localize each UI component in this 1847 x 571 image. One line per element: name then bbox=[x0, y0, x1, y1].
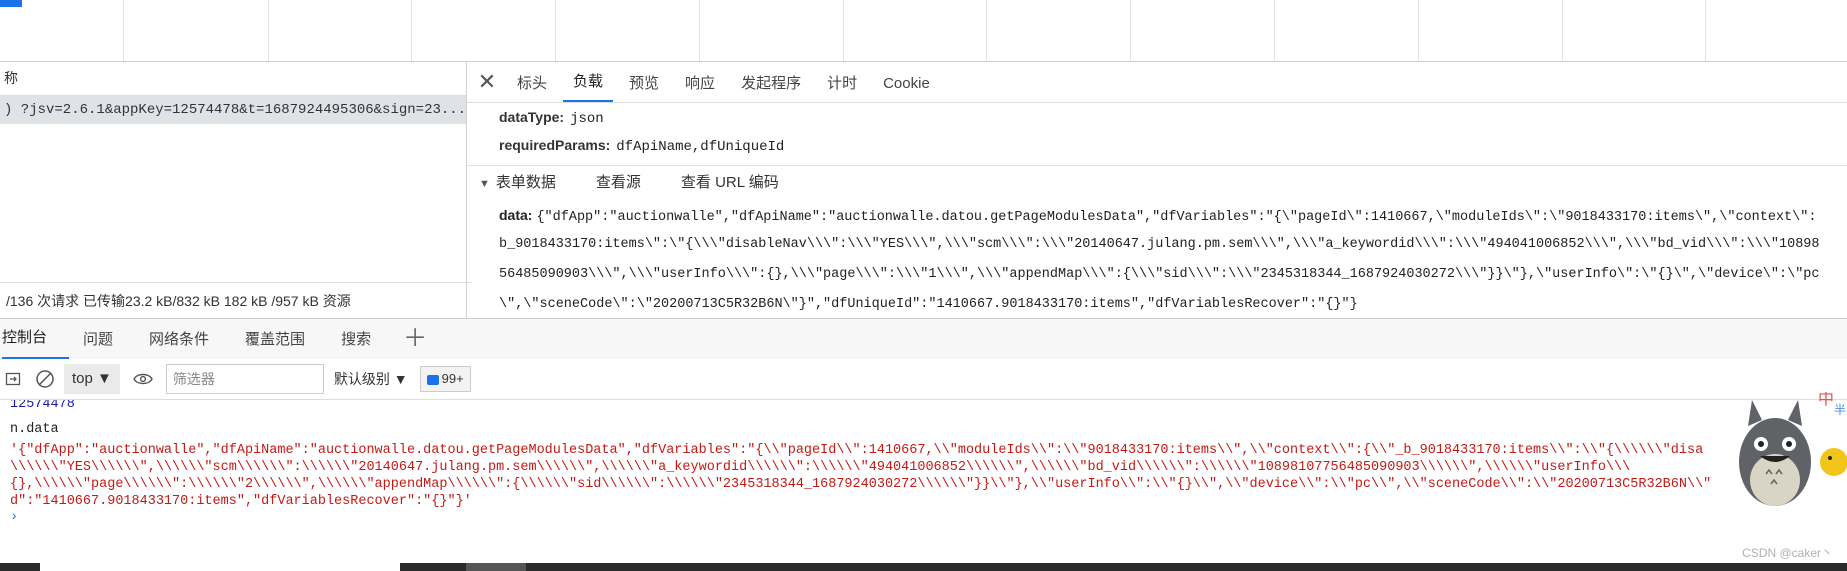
tab-initiator[interactable]: 发起程序 bbox=[731, 66, 811, 102]
network-timeline[interactable] bbox=[0, 0, 1847, 62]
tab-payload[interactable]: 负载 bbox=[563, 64, 614, 102]
message-count: 99+ bbox=[441, 371, 464, 386]
drawer-tab-bar: 控制台 问题 网络条件 覆盖范围 搜索 ＋ bbox=[0, 318, 1847, 360]
console-prompt-icon[interactable]: › bbox=[0, 510, 1847, 526]
tab-timing[interactable]: 计时 bbox=[817, 66, 867, 102]
plus-icon[interactable]: ＋ bbox=[403, 321, 427, 359]
scrollbar-thumb[interactable] bbox=[40, 563, 400, 571]
console-result-line: {},\\\\\\"page\\\\\\":\\\\\\"2\\\\\\",\\… bbox=[10, 477, 1712, 492]
console-toolbar: top ▼ 筛选器 默认级别 ▼ 99+ bbox=[0, 359, 1847, 400]
console-result-line: '{"dfApp":"auctionwalle","dfApiName":"au… bbox=[10, 443, 1704, 458]
network-status-bar: /136 次请求 已传输23.2 kB/832 kB 182 kB /957 k… bbox=[0, 282, 472, 319]
sidebar-toggle-icon[interactable] bbox=[0, 366, 26, 392]
console-previous-result: 12574478 bbox=[10, 400, 75, 412]
scrollbar-thumb[interactable] bbox=[466, 563, 526, 571]
clear-console-icon[interactable] bbox=[32, 366, 58, 392]
svg-text:半: 半 bbox=[1834, 403, 1846, 417]
view-source-link[interactable]: 查看源 bbox=[596, 174, 641, 191]
form-data-line: 56485090903\\\",\\\"userInfo\\\":{},\\\"… bbox=[499, 267, 1820, 282]
triangle-down-icon[interactable]: ▼ bbox=[479, 178, 490, 190]
console-result-line: \\\\\\"YES\\\\\\",\\\\\\"scm\\\\\\":\\\\… bbox=[10, 460, 1631, 475]
tab-preview[interactable]: 预览 bbox=[619, 66, 669, 102]
tab-headers[interactable]: 标头 bbox=[507, 66, 557, 102]
param-key: requiredParams: bbox=[499, 137, 611, 153]
log-level-selector[interactable]: 默认级别 ▼ bbox=[334, 369, 408, 389]
request-list-panel: 称 ) ?jsv=2.6.1&appKey=12574478&t=1687924… bbox=[0, 62, 472, 318]
console-input-line: n.data bbox=[10, 422, 59, 437]
close-icon[interactable]: ✕ bbox=[467, 62, 507, 102]
param-row: dataType: json bbox=[467, 103, 1847, 131]
timeline-gridline bbox=[123, 0, 124, 61]
timeline-gridline bbox=[555, 0, 556, 61]
tab-issues[interactable]: 问题 bbox=[83, 321, 135, 359]
detail-tab-bar: ✕ 标头 负载 预览 响应 发起程序 计时 Cookie bbox=[467, 62, 1847, 103]
timeline-gridline bbox=[268, 0, 269, 61]
filter-input[interactable]: 筛选器 bbox=[165, 364, 324, 394]
timeline-gridline bbox=[986, 0, 987, 61]
timeline-marker bbox=[0, 0, 22, 7]
param-value: dfApiName,dfUniqueId bbox=[616, 139, 785, 155]
timeline-gridline bbox=[699, 0, 700, 61]
tab-response[interactable]: 响应 bbox=[675, 66, 725, 102]
form-data-header: ▼ 表单数据 查看源 查看 URL 编码 bbox=[467, 165, 1847, 200]
message-count-badge[interactable]: 99+ bbox=[419, 366, 471, 392]
console-result-line: d":"1410667.9018433170:items","dfVariabl… bbox=[10, 494, 472, 509]
timeline-gridline bbox=[411, 0, 412, 61]
taskbar-strip bbox=[0, 563, 1847, 571]
timeline-gridline bbox=[843, 0, 844, 61]
message-icon bbox=[426, 374, 439, 385]
context-selector[interactable]: top ▼ bbox=[64, 364, 120, 394]
timeline-gridline bbox=[1274, 0, 1275, 61]
form-data-line: \",\"sceneCode\":\"20200713C5R32B6N\"}",… bbox=[499, 297, 1358, 312]
mascot-sticker: 中 半 bbox=[1730, 389, 1847, 517]
param-key: dataType: bbox=[499, 109, 565, 125]
form-data-line: b_9018433170:items\":\"{\\\"disableNav\\… bbox=[499, 237, 1820, 252]
name-column-header[interactable]: 称 bbox=[0, 62, 466, 96]
log-level-value: 默认级别 bbox=[333, 371, 390, 387]
form-data-key: data: bbox=[499, 207, 533, 223]
tab-cookies[interactable]: Cookie bbox=[873, 66, 940, 102]
form-data-title[interactable]: 表单数据 bbox=[496, 174, 556, 191]
param-row: requiredParams: dfApiName,dfUniqueId bbox=[467, 131, 1847, 159]
tab-search[interactable]: 搜索 bbox=[341, 321, 393, 359]
console-output[interactable]: 12574478 n.data '{"dfApp":"auctionwalle"… bbox=[0, 400, 1847, 563]
context-value: top bbox=[72, 370, 93, 387]
caret-down-icon: ▼ bbox=[97, 370, 112, 387]
tab-network-conditions[interactable]: 网络条件 bbox=[149, 321, 231, 359]
tab-console[interactable]: 控制台 bbox=[2, 319, 70, 359]
view-url-encoded-link[interactable]: 查看 URL 编码 bbox=[681, 174, 779, 191]
svg-text:中: 中 bbox=[1818, 392, 1834, 408]
timeline-gridline bbox=[1130, 0, 1131, 61]
param-value: json bbox=[570, 111, 604, 127]
request-detail-panel: ✕ 标头 负载 预览 响应 发起程序 计时 Cookie dataType: js… bbox=[467, 62, 1847, 318]
timeline-gridline bbox=[1705, 0, 1706, 61]
tab-coverage[interactable]: 覆盖范围 bbox=[245, 321, 327, 359]
timeline-gridline bbox=[1562, 0, 1563, 61]
request-row-selected[interactable]: ) ?jsv=2.6.1&appKey=12574478&t=168792449… bbox=[0, 96, 466, 124]
watermark: CSDN @caker丶 bbox=[1742, 546, 1833, 560]
timeline-gridline bbox=[1418, 0, 1419, 61]
form-data-value: data: {"dfApp":"auctionwalle","dfApiName"… bbox=[467, 200, 1847, 320]
form-data-line: data: {"dfApp":"auctionwalle","dfApiName"… bbox=[499, 207, 1817, 225]
eye-icon[interactable] bbox=[130, 366, 156, 392]
caret-down-icon: ▼ bbox=[393, 371, 408, 387]
